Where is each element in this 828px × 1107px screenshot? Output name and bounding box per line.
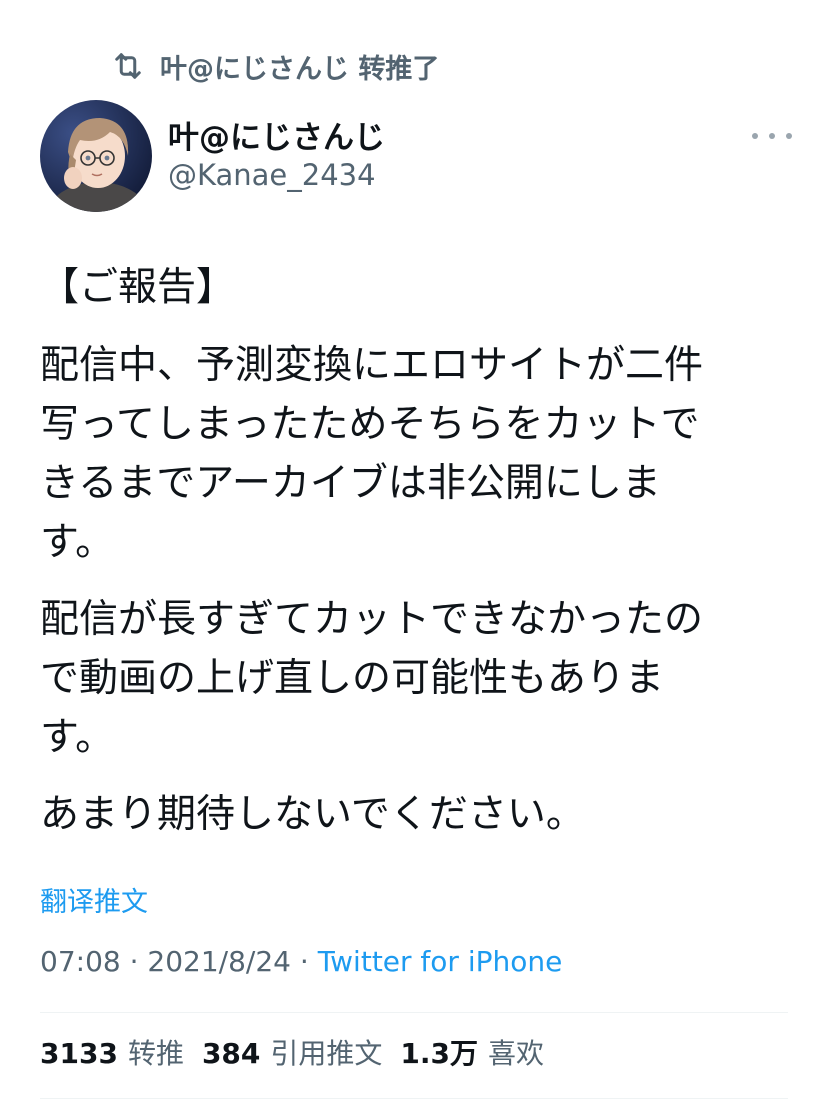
author-display-name[interactable]: 叶@にじさんじ: [168, 112, 385, 157]
retweet-context[interactable]: 叶@にじさんじ 转推了: [110, 46, 439, 86]
tweet-metadata: 07:08 · 2021/8/24 · Twitter for iPhone: [40, 945, 562, 978]
tweet-text: 【ご報告】 配信中、予測変換にエロサイトが二件 写ってしまったためそちらをカット…: [40, 258, 800, 844]
divider: [40, 1098, 788, 1099]
likes-label: 喜欢: [488, 1037, 545, 1070]
translate-tweet-link[interactable]: 翻译推文: [40, 880, 148, 919]
more-horizontal-icon: [786, 133, 792, 139]
tweet-stats: 3133 转推 384 引用推文 1.3万 喜欢: [40, 1032, 562, 1072]
likes-stat[interactable]: 1.3万 喜欢: [400, 1032, 544, 1072]
tweet-paragraph: 配信が長すぎてカットできなかったの で動画の上げ直しの可能性もありま す。: [40, 597, 704, 760]
quotes-stat[interactable]: 384 引用推文: [202, 1032, 382, 1072]
tweet-date[interactable]: 2021/8/24: [147, 945, 291, 978]
retweets-count: 3133: [40, 1037, 118, 1070]
retweets-label: 转推: [127, 1037, 184, 1070]
likes-count: 1.3万: [400, 1037, 479, 1070]
more-options-button[interactable]: [752, 124, 792, 148]
more-horizontal-icon: [752, 133, 758, 139]
retweets-stat[interactable]: 3133 转推: [40, 1032, 184, 1072]
tweet-time[interactable]: 07:08: [40, 945, 121, 978]
author-handle[interactable]: @Kanae_2434: [168, 158, 376, 192]
divider: [40, 1012, 788, 1013]
meta-separator: ·: [120, 945, 148, 978]
avatar[interactable]: [40, 100, 152, 212]
meta-separator: ·: [290, 945, 318, 978]
tweet-paragraph: 配信中、予測変換にエロサイトが二件 写ってしまったためそちらをカットで きるまで…: [40, 343, 704, 565]
retweet-context-label: 叶@にじさんじ 转推了: [160, 53, 440, 85]
quotes-label: 引用推文: [270, 1037, 383, 1070]
more-horizontal-icon: [769, 133, 775, 139]
avatar-image: [40, 100, 152, 212]
tweet-paragraph: 【ご報告】: [40, 265, 236, 310]
tweet-paragraph: あまり期待しないでください。: [40, 792, 585, 837]
quotes-count: 384: [201, 1037, 261, 1070]
retweet-icon: [115, 53, 141, 79]
tweet-source-link[interactable]: Twitter for iPhone: [318, 945, 563, 978]
